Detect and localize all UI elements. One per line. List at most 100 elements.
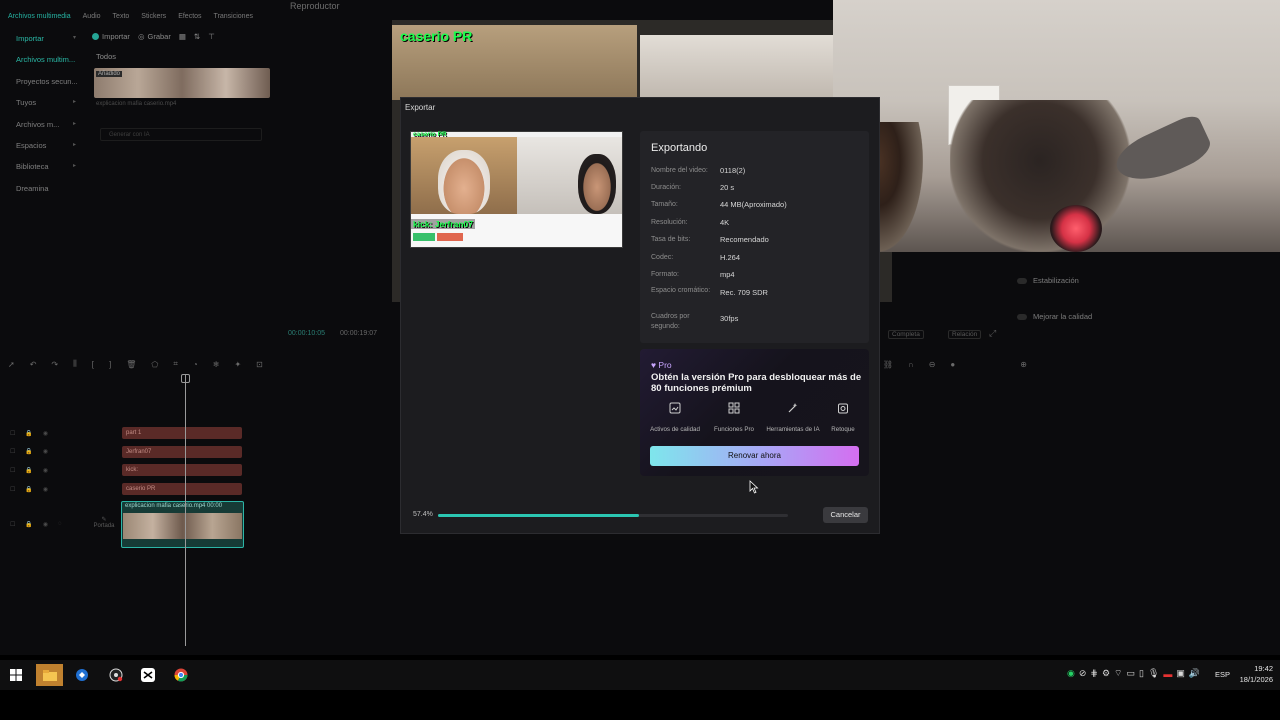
lock-icon[interactable]: 🔒: [25, 521, 32, 531]
delete-icon[interactable]: 🗑: [126, 360, 136, 369]
player-video-right: [640, 35, 833, 100]
stabilization-toggle[interactable]: Estabilización: [1017, 276, 1079, 285]
sidebar-item-library[interactable]: Biblioteca ▸: [6, 156, 84, 177]
lock-icon[interactable]: 🔒: [25, 467, 32, 477]
magic-icon[interactable]: ✦: [234, 360, 241, 369]
tray-app-icon[interactable]: ⊘: [1079, 668, 1087, 679]
eye-icon[interactable]: ◉: [43, 467, 48, 477]
grid-view-icon[interactable]: ▦: [179, 32, 186, 41]
clock[interactable]: 19:42 18/1/2026: [1237, 663, 1273, 685]
windows-start-icon[interactable]: [5, 664, 27, 686]
field-value: 30fps: [720, 314, 739, 323]
field-value: 0118(2): [720, 166, 746, 175]
resize-icon[interactable]: ⊡: [256, 360, 263, 369]
undo-icon[interactable]: ↶: [30, 360, 37, 369]
filter-all[interactable]: Todos: [96, 52, 116, 61]
app-icon-blue[interactable]: [71, 664, 93, 686]
fullscreen-icon[interactable]: ⤢: [989, 328, 996, 339]
tab-transitions[interactable]: Transiciones: [214, 13, 253, 20]
checkbox-icon[interactable]: ☐: [10, 448, 15, 458]
filter-icon[interactable]: ⊤: [208, 32, 215, 41]
magnet-icon[interactable]: ∩: [908, 360, 914, 369]
view-complete-button[interactable]: Completa: [888, 330, 924, 339]
text-clip[interactable]: part 1: [122, 427, 242, 439]
mic-icon[interactable]: 🎙: [1148, 668, 1159, 679]
sidebar-item-yours[interactable]: Tuyos ▸: [6, 92, 84, 113]
audio-icon[interactable]: ◌: [58, 521, 62, 531]
lock-icon[interactable]: 🔒: [25, 486, 32, 496]
eye-icon[interactable]: ◉: [43, 521, 48, 531]
crop-icon[interactable]: ⌗: [173, 359, 178, 369]
text-clip[interactable]: caserio PR: [122, 483, 242, 495]
usb-icon[interactable]: ▯: [1139, 668, 1144, 679]
redo-icon[interactable]: ↷: [51, 360, 58, 369]
checkbox-icon[interactable]: ☐: [10, 430, 15, 440]
progress-fill: [438, 514, 639, 517]
sidebar-item-import[interactable]: Importar ▾: [6, 28, 84, 49]
main-clip-thumbnails: [123, 513, 242, 539]
checkbox-icon[interactable]: ☐: [10, 467, 15, 477]
zoom-out-icon[interactable]: ⊖: [929, 360, 936, 369]
import-button[interactable]: Importar: [92, 32, 130, 41]
display-icon[interactable]: ▭: [1127, 668, 1136, 679]
language-indicator[interactable]: ESP: [1215, 670, 1230, 679]
tab-audio[interactable]: Audio: [83, 13, 101, 20]
recording-icon[interactable]: ▬: [1163, 669, 1172, 679]
playhead[interactable]: [185, 374, 186, 646]
sidebar: Importar ▾ Archivos multim... Proyectos s…: [6, 28, 84, 348]
sidebar-item-media-files[interactable]: Archivos multim...: [6, 49, 84, 70]
speed-icon[interactable]: ◔: [193, 360, 198, 369]
sidebar-item-files[interactable]: Archivos m... ▸: [6, 114, 84, 135]
split-icon[interactable]: ⫼: [73, 359, 77, 369]
zoom-slider-icon[interactable]: ●: [950, 360, 955, 369]
sidebar-item-spaces[interactable]: Espacios ▸: [6, 135, 84, 156]
tray-grid-icon[interactable]: ⋕: [1090, 668, 1098, 679]
tab-media[interactable]: Archivos multimedia: [8, 13, 71, 20]
text-clip[interactable]: kick:: [122, 464, 242, 476]
sidebar-item-dreamina[interactable]: Dreamina: [6, 178, 84, 199]
volume-icon[interactable]: 🔊: [1189, 668, 1200, 679]
wifi-icon[interactable]: ⌔: [1114, 668, 1122, 679]
obs-icon[interactable]: [105, 664, 127, 686]
ai-generate-button[interactable]: Generar con IA: [100, 128, 262, 141]
cover-button[interactable]: ✎ Portada: [92, 516, 116, 529]
checkbox-icon[interactable]: ☐: [10, 521, 15, 531]
pro-tag-label: Pro: [658, 360, 672, 370]
view-ratio-button[interactable]: Relación: [948, 330, 982, 339]
tab-effects[interactable]: Efectos: [178, 13, 201, 20]
whatsapp-icon[interactable]: ◉: [1067, 668, 1075, 679]
freeze-icon[interactable]: ❄: [213, 360, 220, 369]
sidebar-item-secondary-projects[interactable]: Proyectos secun...: [6, 71, 84, 92]
steam-icon[interactable]: ⚙: [1102, 668, 1110, 679]
feature-label: Retoque: [831, 426, 855, 433]
file-explorer-icon[interactable]: [36, 664, 63, 686]
tab-stickers[interactable]: Stickers: [141, 13, 166, 20]
sidebar-item-label: Dreamina: [16, 183, 49, 193]
network-icon[interactable]: ▣: [1176, 668, 1185, 679]
eye-icon[interactable]: ◉: [43, 448, 48, 458]
exporting-heading: Exportando: [651, 142, 708, 154]
text-clip[interactable]: Jerfran07: [122, 446, 242, 458]
lock-icon[interactable]: 🔒: [25, 430, 32, 440]
pro-feature-quality-assets: Activos de calidad: [647, 402, 703, 436]
eye-icon[interactable]: ◉: [43, 430, 48, 440]
link-icon[interactable]: ⛓: [883, 360, 893, 369]
capcut-icon[interactable]: [137, 664, 159, 686]
chrome-icon[interactable]: [170, 664, 192, 686]
record-button[interactable]: ◎ Grabar: [138, 32, 171, 41]
checkbox-icon[interactable]: ☐: [10, 486, 15, 496]
cancel-button[interactable]: Cancelar: [823, 507, 868, 523]
zoom-fit-icon[interactable]: ⊕: [1020, 360, 1027, 369]
renew-now-button[interactable]: Renovar ahora: [650, 446, 859, 466]
trim-right-icon[interactable]: ]: [109, 360, 111, 369]
eye-icon[interactable]: ◉: [43, 486, 48, 496]
field-label: Nombre del video:: [651, 167, 708, 174]
select-tool-icon[interactable]: ➚: [8, 360, 15, 369]
tab-text[interactable]: Texto: [113, 13, 130, 20]
trim-left-icon[interactable]: [: [92, 360, 94, 369]
lock-icon[interactable]: 🔒: [25, 448, 32, 458]
sort-icon[interactable]: ⇅: [194, 32, 200, 41]
preview-kick-text: kick: Jerfran07: [411, 219, 476, 229]
marker-icon[interactable]: ⬠: [151, 360, 158, 369]
improve-quality-toggle[interactable]: Mejorar la calidad: [1017, 312, 1092, 321]
